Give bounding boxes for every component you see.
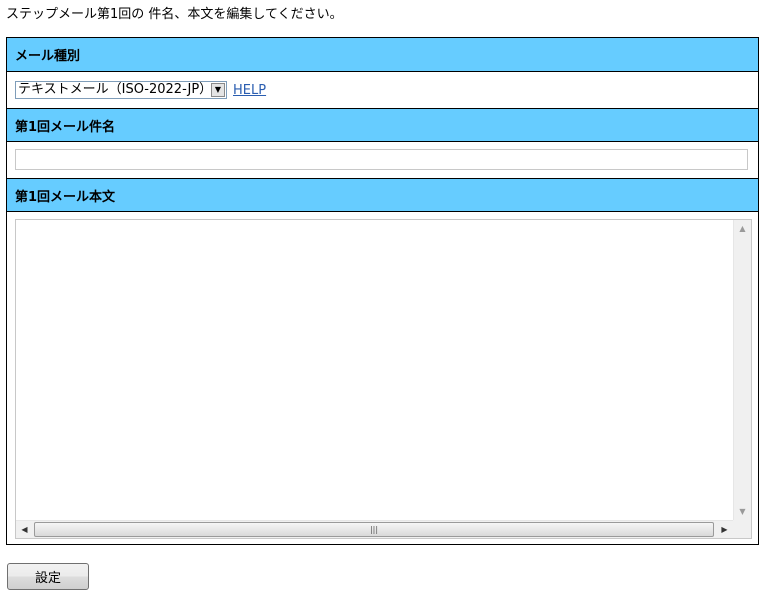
mail-type-select[interactable]: テキストメール（ISO-2022-JP） ▼: [15, 81, 227, 99]
scrollbar-corner: [733, 520, 751, 538]
scroll-down-icon[interactable]: ▼: [734, 503, 751, 520]
page-instruction: ステップメール第1回の 件名、本文を編集してください。: [6, 7, 343, 22]
horizontal-scroll-thumb[interactable]: |||: [34, 522, 714, 537]
body-textarea[interactable]: [16, 220, 733, 518]
chevron-down-icon[interactable]: ▼: [211, 83, 225, 97]
mail-type-selected-value: テキストメール（ISO-2022-JP）: [18, 82, 213, 97]
edit-form-table: メール種別 テキストメール（ISO-2022-JP） ▼ HELP 第1回メール…: [6, 37, 759, 545]
submit-button[interactable]: 設定: [7, 563, 89, 590]
subject-input[interactable]: [15, 149, 748, 170]
vertical-scrollbar[interactable]: ▲ ▼: [733, 220, 751, 520]
horizontal-scrollbar[interactable]: ◀ ||| ▶: [16, 520, 733, 538]
scroll-right-icon[interactable]: ▶: [716, 521, 733, 538]
subject-header: 第1回メール件名: [7, 108, 758, 142]
scroll-left-icon[interactable]: ◀: [16, 521, 33, 538]
body-header: 第1回メール本文: [7, 178, 758, 212]
scroll-up-icon[interactable]: ▲: [734, 220, 751, 237]
body-textarea-frame: ▲ ▼ ◀ ||| ▶: [15, 219, 752, 539]
mail-type-header: メール種別: [7, 38, 758, 72]
mail-type-row: テキストメール（ISO-2022-JP） ▼ HELP: [15, 79, 266, 101]
help-link[interactable]: HELP: [233, 83, 266, 98]
